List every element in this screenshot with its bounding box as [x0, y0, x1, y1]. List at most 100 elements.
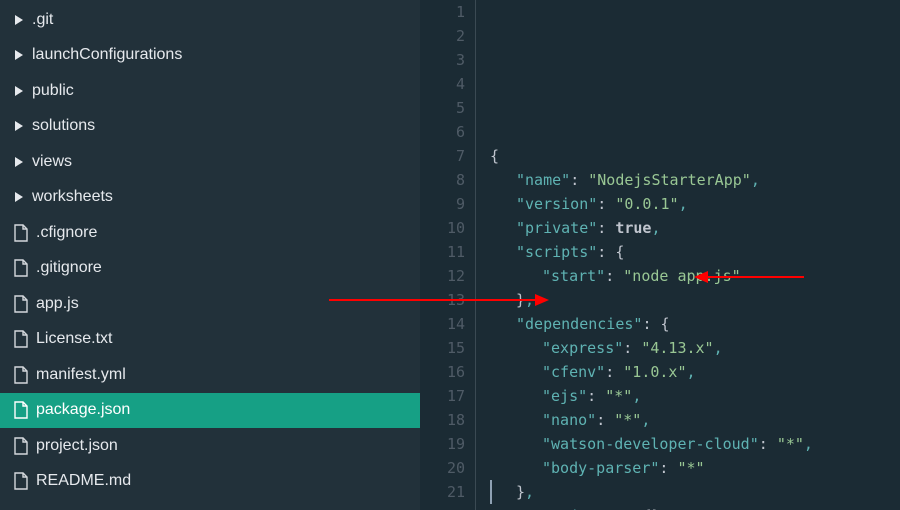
file-icon: [14, 437, 28, 455]
tree-item-label: solutions: [32, 117, 95, 135]
file-icon: [14, 259, 28, 277]
line-number: 4: [420, 72, 465, 96]
folder-collapsed-icon: [14, 50, 24, 60]
file-item-readme-md[interactable]: README.md: [0, 464, 420, 500]
line-number: 12: [420, 264, 465, 288]
tree-item-label: .gitignore: [36, 259, 102, 277]
code-line[interactable]: "name": "NodejsStarterApp",: [490, 168, 900, 192]
code-line[interactable]: "express": "4.13.x",: [490, 336, 900, 360]
token-key: "body-parser": [542, 456, 659, 480]
line-number: 11: [420, 240, 465, 264]
token-colon: :: [623, 336, 641, 360]
line-number: 2: [420, 24, 465, 48]
line-number: 20: [420, 456, 465, 480]
code-line[interactable]: "body-parser": "*": [490, 456, 900, 480]
tree-item-label: .cfignore: [36, 224, 97, 242]
line-number: 7: [420, 144, 465, 168]
token-comma: ,: [632, 384, 641, 408]
code-line[interactable]: },: [490, 288, 900, 312]
token-brace: {: [661, 312, 670, 336]
folder-item-views[interactable]: views: [0, 144, 420, 180]
line-number: 6: [420, 120, 465, 144]
token-comma: ,: [804, 432, 813, 456]
token-key: "repository": [516, 504, 624, 510]
code-line[interactable]: "watson-developer-cloud": "*",: [490, 432, 900, 456]
token-comma: ,: [687, 360, 696, 384]
line-number: 14: [420, 312, 465, 336]
token-colon: :: [605, 360, 623, 384]
code-line[interactable]: },: [490, 480, 900, 504]
token-key: "start": [542, 264, 605, 288]
token-key: "nano": [542, 408, 596, 432]
token-colon: :: [659, 456, 677, 480]
code-line[interactable]: "start": "node app.js": [490, 264, 900, 288]
folder-item-worksheets[interactable]: worksheets: [0, 180, 420, 216]
line-number: 10: [420, 216, 465, 240]
tree-item-label: .git: [32, 11, 53, 29]
token-string: "NodejsStarterApp": [588, 168, 751, 192]
tree-item-label: project.json: [36, 437, 118, 455]
file-item--gitignore[interactable]: .gitignore: [0, 251, 420, 287]
line-number: 17: [420, 384, 465, 408]
tree-item-label: public: [32, 82, 74, 100]
file-icon: [14, 224, 28, 242]
code-editor[interactable]: 123456789101112131415161718192021 {"name…: [420, 0, 900, 510]
token-colon: :: [596, 408, 614, 432]
token-comma: ,: [525, 288, 534, 312]
token-colon: :: [642, 312, 660, 336]
token-string: "4.13.x": [641, 336, 713, 360]
tree-item-label: app.js: [36, 295, 79, 313]
code-line[interactable]: "cfenv": "1.0.x",: [490, 360, 900, 384]
tree-item-label: package.json: [36, 401, 130, 419]
token-key: "watson-developer-cloud": [542, 432, 759, 456]
folder-item-solutions[interactable]: solutions: [0, 109, 420, 145]
folder-item--git[interactable]: .git: [0, 2, 420, 38]
token-comma: ,: [651, 216, 660, 240]
code-line[interactable]: "version": "0.0.1",: [490, 192, 900, 216]
line-number: 16: [420, 360, 465, 384]
code-area[interactable]: {"name": "NodejsStarterApp","version": "…: [476, 0, 900, 510]
file-item-license-txt[interactable]: License.txt: [0, 322, 420, 358]
code-line[interactable]: "nano": "*",: [490, 408, 900, 432]
token-key: "cfenv": [542, 360, 605, 384]
file-item-project-json[interactable]: project.json: [0, 428, 420, 464]
file-tree[interactable]: .git launchConfigurations public solutions v…: [0, 0, 420, 510]
token-string: "*": [777, 432, 804, 456]
token-string: "1.0.x": [623, 360, 686, 384]
token-colon: :: [597, 240, 615, 264]
file-item-app-js[interactable]: app.js: [0, 286, 420, 322]
token-colon: :: [759, 432, 777, 456]
token-string: "*": [677, 456, 704, 480]
code-line[interactable]: "ejs": "*",: [490, 384, 900, 408]
token-bool: true: [615, 216, 651, 240]
code-line[interactable]: "repository": {},: [490, 504, 900, 510]
token-colon: :: [587, 384, 605, 408]
file-icon: [14, 366, 28, 384]
tree-item-label: manifest.yml: [36, 366, 126, 384]
tree-item-label: views: [32, 153, 72, 171]
folder-item-launchconfigurations[interactable]: launchConfigurations: [0, 38, 420, 74]
token-string: "node app.js": [623, 264, 740, 288]
code-line[interactable]: "scripts": {: [490, 240, 900, 264]
token-brace: {}: [642, 504, 660, 510]
code-line[interactable]: "dependencies": {: [490, 312, 900, 336]
code-line[interactable]: {: [490, 144, 900, 168]
folder-collapsed-icon: [14, 15, 24, 25]
file-item-manifest-yml[interactable]: manifest.yml: [0, 357, 420, 393]
token-string: "*": [605, 384, 632, 408]
token-brace: }: [516, 480, 525, 504]
folder-item-public[interactable]: public: [0, 73, 420, 109]
line-number: 5: [420, 96, 465, 120]
folder-collapsed-icon: [14, 157, 24, 167]
folder-collapsed-icon: [14, 86, 24, 96]
file-item--cfignore[interactable]: .cfignore: [0, 215, 420, 251]
token-key: "name": [516, 168, 570, 192]
token-colon: :: [570, 168, 588, 192]
token-brace: {: [490, 144, 499, 168]
file-item-package-json[interactable]: package.json: [0, 393, 420, 429]
token-colon: :: [624, 504, 642, 510]
tree-item-label: worksheets: [32, 188, 113, 206]
code-line[interactable]: "private": true,: [490, 216, 900, 240]
app-root: .git launchConfigurations public solutions v…: [0, 0, 900, 510]
token-brace: }: [516, 288, 525, 312]
